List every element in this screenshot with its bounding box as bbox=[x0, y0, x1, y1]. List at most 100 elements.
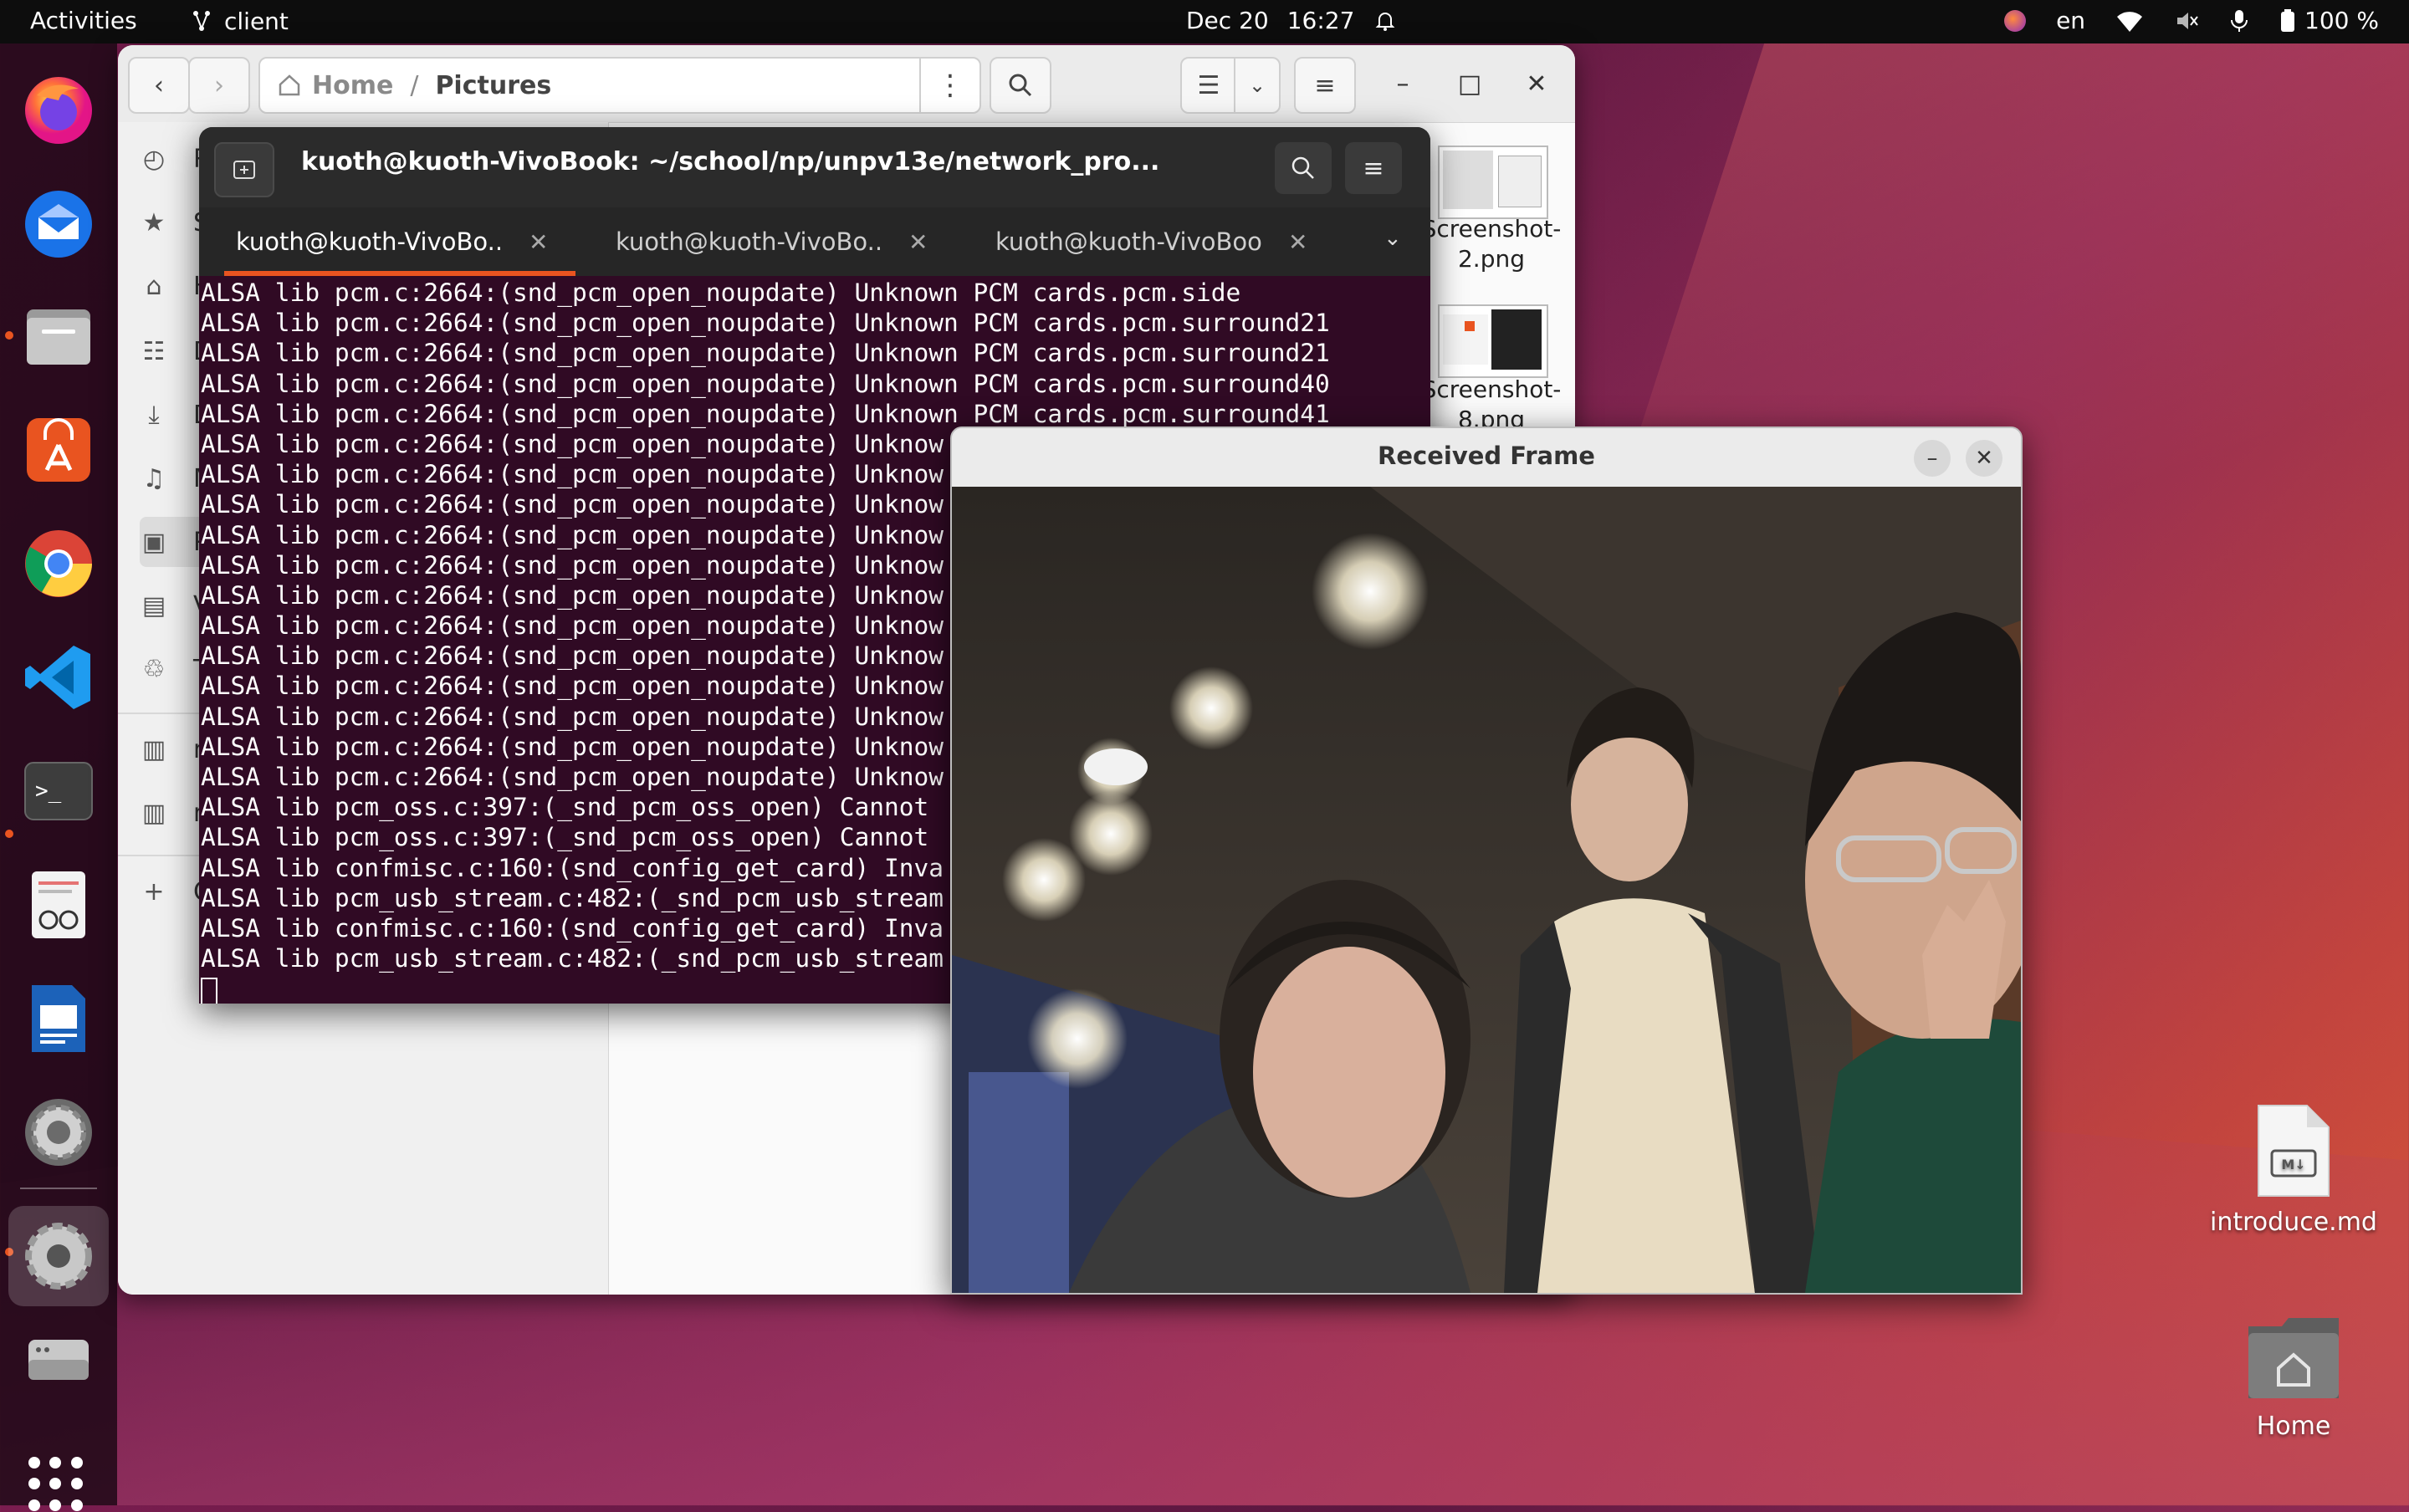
dock-settings[interactable] bbox=[17, 1091, 100, 1174]
dock-thunderbird[interactable] bbox=[17, 181, 100, 264]
terminal-line: ALSA lib pcm.c:2664:(snd_pcm_open_noupda… bbox=[201, 278, 1241, 307]
desktop-file-label: introduce.md bbox=[2210, 1208, 2377, 1237]
path-bar[interactable]: Home / Pictures ⋮ bbox=[258, 57, 981, 114]
received-frame-headerbar: Received Frame – ✕ bbox=[952, 428, 2021, 488]
dock-firefox[interactable] bbox=[17, 67, 100, 151]
time: 16:27 bbox=[1286, 7, 1355, 34]
maximize-button[interactable]: □ bbox=[1451, 65, 1488, 102]
wifi-icon bbox=[2117, 11, 2143, 32]
disks-icon bbox=[28, 1340, 89, 1380]
clock-icon: ◴ bbox=[142, 144, 166, 174]
minimize-icon: – bbox=[1396, 69, 1409, 99]
kebab-menu-icon: ⋮ bbox=[936, 69, 964, 102]
path-menu-button[interactable]: ⋮ bbox=[919, 59, 979, 112]
received-frame-title: Received Frame bbox=[1378, 442, 1595, 470]
minimize-button[interactable]: – bbox=[1384, 65, 1421, 102]
system-tray[interactable]: en 100 % bbox=[2004, 7, 2379, 34]
list-view-icon: ☰ bbox=[1197, 70, 1220, 100]
list-view-button[interactable]: ☰ bbox=[1180, 57, 1237, 114]
terminal-cursor bbox=[201, 977, 217, 1004]
chevron-down-icon: ⌄ bbox=[1384, 226, 1402, 251]
terminal-tab-3[interactable]: kuoth@kuoth-VivoBoo... ✕ bbox=[959, 207, 1338, 276]
chevron-left-icon: ‹ bbox=[154, 70, 164, 100]
terminal-menu-button[interactable]: ≡ bbox=[1345, 142, 1402, 194]
clock[interactable]: Dec 20 16:27 bbox=[1186, 7, 1398, 34]
terminal-line: ALSA lib pcm.c:2664:(snd_pcm_open_noupda… bbox=[201, 399, 1330, 428]
firefox-indicator-icon[interactable] bbox=[2004, 9, 2027, 32]
thumbnail-screenshot-8[interactable] bbox=[1438, 304, 1548, 378]
path-home[interactable]: Home bbox=[277, 71, 393, 100]
thunderbird-icon bbox=[25, 191, 92, 258]
tab-label: kuoth@kuoth-VivoBo... bbox=[616, 227, 883, 256]
files-icon bbox=[27, 309, 90, 365]
running-indicator bbox=[5, 830, 13, 838]
desktop-file-introduce-md[interactable]: M↓ introduce.md bbox=[2202, 1102, 2386, 1237]
plus-icon: + bbox=[143, 876, 165, 907]
view-options-button[interactable]: ⌄ bbox=[1234, 57, 1281, 114]
terminal-line: ALSA lib pcm.c:2664:(snd_pcm_open_noupda… bbox=[201, 309, 1330, 338]
show-apps-icon[interactable] bbox=[28, 1457, 84, 1512]
forward-button[interactable]: › bbox=[188, 57, 250, 114]
terminal-icon: >_ bbox=[24, 762, 93, 820]
file-name-line: Screenshot- bbox=[1421, 375, 1562, 403]
chrome-icon bbox=[25, 530, 92, 597]
hamburger-icon: ≡ bbox=[1363, 153, 1384, 183]
vscode-icon bbox=[25, 646, 90, 709]
settings-active-icon bbox=[25, 1223, 92, 1290]
dock-terminal[interactable]: >_ bbox=[17, 749, 100, 833]
close-tab-icon[interactable]: ✕ bbox=[908, 228, 928, 256]
new-tab-button[interactable] bbox=[214, 142, 274, 197]
close-tab-icon[interactable]: ✕ bbox=[1288, 228, 1307, 256]
dock-settings-running[interactable] bbox=[8, 1206, 109, 1306]
file-label[interactable]: Screenshot- 2.png bbox=[1408, 214, 1575, 274]
path-home-label: Home bbox=[312, 70, 394, 100]
terminal-tab-1[interactable]: kuoth@kuoth-VivoBo... ✕ bbox=[199, 207, 579, 276]
dock: >_ bbox=[0, 43, 117, 1511]
close-button[interactable]: ✕ bbox=[1518, 65, 1555, 102]
terminal-line: ALSA lib pcm.c:2664:(snd_pcm_open_noupda… bbox=[201, 339, 1330, 368]
search-icon bbox=[1009, 74, 1032, 97]
markdown-file-icon: M↓ bbox=[2258, 1105, 2330, 1197]
search-button[interactable] bbox=[990, 57, 1051, 114]
dock-writer[interactable] bbox=[17, 977, 100, 1060]
writer-icon bbox=[32, 985, 85, 1052]
path-current[interactable]: Pictures bbox=[435, 71, 551, 100]
network-app-icon bbox=[193, 11, 210, 31]
main-menu-button[interactable]: ≡ bbox=[1294, 57, 1356, 114]
home-folder-icon bbox=[2248, 1318, 2339, 1398]
thumbnail-screenshot-2[interactable] bbox=[1438, 146, 1548, 219]
dock-files[interactable] bbox=[17, 294, 100, 378]
markdown-badge: M↓ bbox=[2281, 1157, 2305, 1172]
back-button[interactable]: ‹ bbox=[128, 57, 190, 114]
battery-level: 100 % bbox=[2304, 7, 2379, 34]
tab-overflow-button[interactable]: ⌄ bbox=[1384, 226, 1402, 251]
dock-disks[interactable] bbox=[17, 1318, 100, 1402]
terminal-search-button[interactable] bbox=[1275, 142, 1332, 194]
terminal-line: ALSA lib pcm.c:2664:(snd_pcm_open_noupda… bbox=[201, 369, 1330, 398]
picture-icon: ▣ bbox=[141, 527, 166, 557]
dock-vscode[interactable] bbox=[17, 636, 100, 719]
file-name-line: 2.png bbox=[1457, 245, 1525, 273]
dock-app-center[interactable] bbox=[17, 408, 100, 492]
minimize-icon: – bbox=[1926, 446, 1938, 471]
video-frame-image bbox=[952, 487, 2021, 1293]
dock-document-viewer[interactable] bbox=[17, 863, 100, 947]
video-icon: ▤ bbox=[141, 590, 166, 621]
terminal-tab-2[interactable]: kuoth@kuoth-VivoBo... ✕ bbox=[579, 207, 959, 276]
music-icon: ♫ bbox=[142, 463, 166, 493]
battery-icon bbox=[2281, 8, 2295, 32]
dock-chrome[interactable] bbox=[17, 522, 100, 605]
document-icon: ☷ bbox=[142, 336, 166, 366]
tab-label: kuoth@kuoth-VivoBoo... bbox=[995, 227, 1263, 256]
files-headerbar: ‹ › Home / Pictures ⋮ ☰ ⌄ ≡ – □ ✕ bbox=[118, 45, 1575, 123]
running-indicator bbox=[5, 331, 13, 340]
app-center-icon bbox=[27, 418, 90, 482]
frame-close-button[interactable]: ✕ bbox=[1966, 440, 2002, 477]
activities-button[interactable]: Activities bbox=[30, 7, 137, 34]
app-menu[interactable]: client bbox=[187, 7, 289, 35]
close-tab-icon[interactable]: ✕ bbox=[529, 228, 548, 256]
drive-icon: ▥ bbox=[141, 798, 166, 828]
desktop-home-folder[interactable]: Home bbox=[2202, 1315, 2386, 1441]
language-indicator[interactable]: en bbox=[2056, 7, 2085, 34]
frame-minimize-button[interactable]: – bbox=[1914, 440, 1951, 477]
